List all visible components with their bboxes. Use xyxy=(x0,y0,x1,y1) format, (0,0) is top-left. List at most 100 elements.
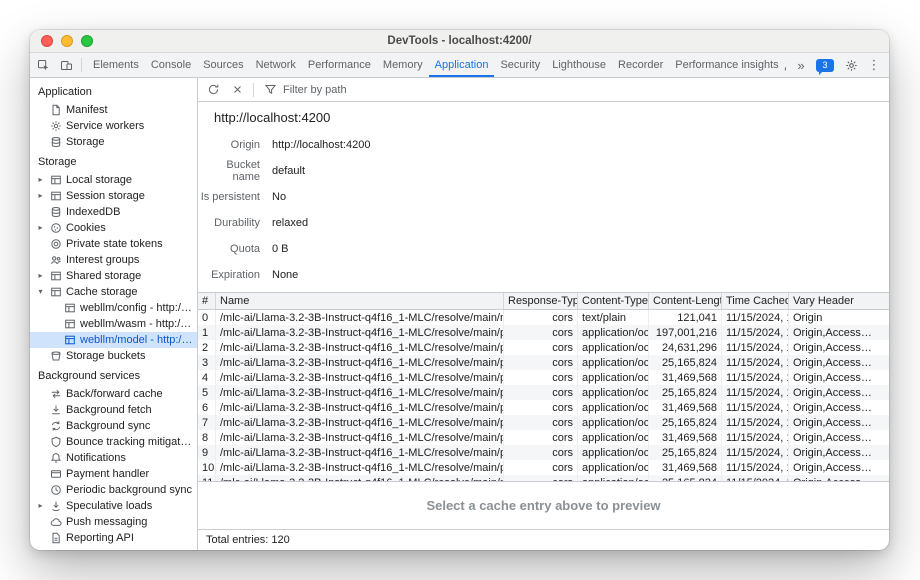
metadata-row-bucket-name: Bucket namedefault xyxy=(198,158,889,184)
tab-elements[interactable]: Elements xyxy=(87,53,145,77)
document-icon xyxy=(49,104,62,116)
preview-placeholder-text: Select a cache entry above to preview xyxy=(426,498,660,513)
tab-performance[interactable]: Performance xyxy=(302,53,377,77)
tab-security[interactable]: Security xyxy=(494,53,546,77)
table-row[interactable]: 4/mlc-ai/Llama-3.2-3B-Instruct-q4f16_1-M… xyxy=(198,370,889,385)
column-header-name[interactable]: Name xyxy=(216,293,504,309)
sidebar-item-label: webllm/model - http://loc… xyxy=(80,334,193,346)
more-options-button[interactable]: ⋮ xyxy=(865,55,883,75)
tab-network[interactable]: Network xyxy=(250,53,302,77)
sidebar-item-local-storage[interactable]: ▸Local storage xyxy=(30,172,197,188)
tab-sources[interactable]: Sources xyxy=(197,53,249,77)
expand-arrow-icon[interactable]: ▸ xyxy=(36,220,45,236)
close-window-button[interactable] xyxy=(41,35,53,47)
sidebar-item-periodic-background-sync[interactable]: Periodic background sync xyxy=(30,482,197,498)
column-header-content-length[interactable]: Content-Length xyxy=(649,293,722,309)
table-cell: application/oc… xyxy=(578,415,649,430)
sidebar-item-notifications[interactable]: Notifications xyxy=(30,450,197,466)
messages-badge[interactable]: 3 xyxy=(816,59,834,72)
sidebar-item-speculative-loads[interactable]: ▸Speculative loads xyxy=(30,498,197,514)
sidebar-item-label: Payment handler xyxy=(66,468,149,480)
gear-icon xyxy=(845,59,858,72)
device-toolbar-button[interactable] xyxy=(55,55,77,75)
expand-arrow-icon[interactable]: ▸ xyxy=(36,498,45,514)
window-titlebar[interactable]: DevTools - localhost:4200/ xyxy=(30,30,889,53)
sidebar-item-background-sync[interactable]: Background sync xyxy=(30,418,197,434)
metadata-row-durability: Durability relaxed xyxy=(198,210,889,236)
zoom-window-button[interactable] xyxy=(81,35,93,47)
sidebar-item-storage-buckets[interactable]: Storage buckets xyxy=(30,348,197,364)
tab-memory[interactable]: Memory xyxy=(377,53,429,77)
minimize-window-button[interactable] xyxy=(61,35,73,47)
sidebar-item-cache-storage[interactable]: ▾ Cache storage xyxy=(30,284,197,300)
tab-lighthouse[interactable]: Lighthouse xyxy=(546,53,612,77)
metadata-label: Durability xyxy=(198,217,260,229)
inspect-element-button[interactable] xyxy=(32,55,54,75)
swap-arrows-icon xyxy=(49,388,62,400)
sidebar-item-session-storage[interactable]: ▸Session storage xyxy=(30,188,197,204)
table-row[interactable]: 10/mlc-ai/Llama-3.2-3B-Instruct-q4f16_1-… xyxy=(198,460,889,475)
table-cell: application/oc… xyxy=(578,325,649,340)
sidebar-item-bounce-tracking-mitigations[interactable]: Bounce tracking mitigations xyxy=(30,434,197,450)
tab-recorder[interactable]: Recorder xyxy=(612,53,669,77)
database-icon xyxy=(49,206,62,218)
expand-arrow-icon[interactable]: ▸ xyxy=(36,172,45,188)
sidebar-item-manifest[interactable]: Manifest xyxy=(30,102,197,118)
table-cell: 11/15/2024, 10… xyxy=(722,460,789,475)
table-row[interactable]: 3/mlc-ai/Llama-3.2-3B-Instruct-q4f16_1-M… xyxy=(198,355,889,370)
tab-application[interactable]: Application xyxy=(429,53,495,77)
column-header-content-type[interactable]: Content-Type xyxy=(578,293,649,309)
sidebar-item-webllm-model-http-loc[interactable]: webllm/model - http://loc… xyxy=(30,332,197,348)
sidebar-item-indexeddb[interactable]: IndexedDB xyxy=(30,204,197,220)
table-row[interactable]: 8/mlc-ai/Llama-3.2-3B-Instruct-q4f16_1-M… xyxy=(198,430,889,445)
table-row[interactable]: 5/mlc-ai/Llama-3.2-3B-Instruct-q4f16_1-M… xyxy=(198,385,889,400)
expand-arrow-icon[interactable]: ▸ xyxy=(36,188,45,204)
sidebar-item-interest-groups[interactable]: Interest groups xyxy=(30,252,197,268)
cache-metadata: Originhttp://localhost:4200Bucket namede… xyxy=(198,130,889,292)
tab-label: Network xyxy=(256,59,296,71)
sidebar-item-push-messaging[interactable]: Push messaging xyxy=(30,514,197,530)
more-tabs-button[interactable]: » xyxy=(792,55,810,75)
table-row[interactable]: 7/mlc-ai/Llama-3.2-3B-Instruct-q4f16_1-M… xyxy=(198,415,889,430)
sidebar-item-service-workers[interactable]: Service workers xyxy=(30,118,197,134)
sidebar-item-webllm-wasm-http-loca[interactable]: webllm/wasm - http://loca… xyxy=(30,316,197,332)
column-header-[interactable]: # xyxy=(198,293,216,309)
table-cell: /mlc-ai/Llama-3.2-3B-Instruct-q4f16_1-ML… xyxy=(216,310,504,325)
table-row[interactable]: 0/mlc-ai/Llama-3.2-3B-Instruct-q4f16_1-M… xyxy=(198,310,889,325)
clock-icon xyxy=(49,484,62,496)
sidebar-item-storage[interactable]: Storage xyxy=(30,134,197,150)
table-row[interactable]: 2/mlc-ai/Llama-3.2-3B-Instruct-q4f16_1-M… xyxy=(198,340,889,355)
sidebar-item-payment-handler[interactable]: Payment handler xyxy=(30,466,197,482)
expand-arrow-icon[interactable]: ▸ xyxy=(36,268,45,284)
metadata-row-origin: Originhttp://localhost:4200 xyxy=(198,132,889,158)
tab-console[interactable]: Console xyxy=(145,53,197,77)
table-row[interactable]: 6/mlc-ai/Llama-3.2-3B-Instruct-q4f16_1-M… xyxy=(198,400,889,415)
settings-gear-button[interactable] xyxy=(840,55,862,75)
tab-performance-insights[interactable]: Performance insights xyxy=(669,53,786,77)
sidebar-item-label: Reporting API xyxy=(66,532,134,544)
column-header-time-cached[interactable]: Time Cached xyxy=(722,293,789,309)
table-cell: cors xyxy=(504,340,578,355)
collapse-arrow-icon[interactable]: ▾ xyxy=(36,284,45,300)
sidebar-item-label: Cache storage xyxy=(66,286,138,298)
table-row[interactable]: 1/mlc-ai/Llama-3.2-3B-Instruct-q4f16_1-M… xyxy=(198,325,889,340)
column-header-response-type[interactable]: Response-Type xyxy=(504,293,578,309)
refresh-button[interactable] xyxy=(202,80,224,100)
total-entries-label: Total entries: 120 xyxy=(206,534,290,546)
table-row[interactable]: 9/mlc-ai/Llama-3.2-3B-Instruct-q4f16_1-M… xyxy=(198,445,889,460)
filter-by-path-input[interactable] xyxy=(283,84,463,96)
sidebar-item-cookies[interactable]: ▸Cookies xyxy=(30,220,197,236)
inspect-icon xyxy=(37,59,50,72)
metadata-value: relaxed xyxy=(272,217,308,229)
sidebar-item-private-state-tokens[interactable]: Private state tokens xyxy=(30,236,197,252)
sidebar-item-webllm-config-http-loc[interactable]: webllm/config - http://loc… xyxy=(30,300,197,316)
sidebar-item-back-forward-cache[interactable]: Back/forward cache xyxy=(30,386,197,402)
sidebar-item-shared-storage[interactable]: ▸Shared storage xyxy=(30,268,197,284)
table-cell: Origin,Access… xyxy=(789,445,889,460)
devtools-tabbar: ElementsConsoleSources Network Performance… xyxy=(30,53,889,78)
column-header-vary-header[interactable]: Vary Header xyxy=(789,293,889,309)
table-cell: 24,631,296 xyxy=(649,340,722,355)
sidebar-item-background-fetch[interactable]: Background fetch xyxy=(30,402,197,418)
delete-selected-button[interactable] xyxy=(226,80,248,100)
sidebar-item-reporting-api[interactable]: Reporting API xyxy=(30,530,197,546)
